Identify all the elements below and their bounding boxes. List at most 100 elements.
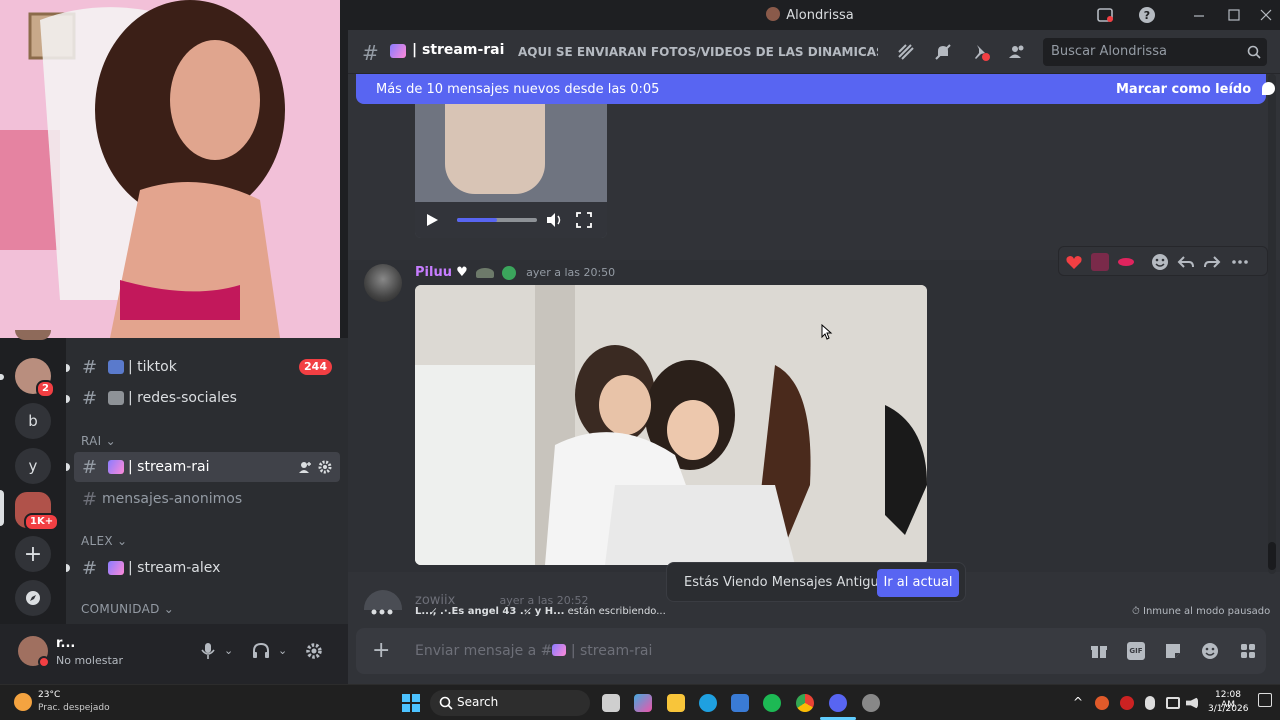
server-partial-icon[interactable] [15,330,51,340]
windows-start-icon[interactable] [401,693,421,713]
windows-taskbar: 23°C Prac. despejado Search ^ 12:08 AM 3… [0,684,1280,720]
category-label: ALEX [81,534,113,548]
next-message-avatar [364,590,402,610]
selected-server-pill [0,490,4,526]
user-name: r... [56,636,76,651]
svg-text:?: ? [1144,9,1150,22]
notifications-muted-icon[interactable] [933,42,953,62]
gif-icon[interactable]: GIF [1127,642,1145,660]
message-author-avatar[interactable] [364,264,402,302]
turtle-badge-icon [475,267,494,278]
lips-reaction-icon[interactable] [1117,255,1135,269]
unread-dot [66,364,70,372]
unread-dot [66,463,70,471]
message-author-name[interactable]: Piluu [415,265,452,280]
sticker-icon[interactable] [1164,642,1182,660]
old-messages-text: Estás Viendo Mensajes Antiguos [684,575,894,590]
tray-app-icon[interactable] [1095,696,1109,710]
weather-icon[interactable] [14,693,32,711]
spotify-icon[interactable] [763,694,781,712]
discord-icon[interactable] [829,694,847,712]
tray-app-icon-2[interactable] [1120,696,1134,710]
help-icon[interactable]: ? [1138,6,1156,24]
file-explorer-icon[interactable] [667,694,685,712]
channel-stream-rai[interactable]: # | stream-rai [74,452,340,482]
category-comunidad[interactable]: COMUNIDAD ⌄ [81,602,174,616]
attach-plus-icon[interactable]: + [372,640,390,662]
taskbar-search[interactable]: Search [430,690,590,716]
microphone-icon[interactable] [200,642,216,660]
pinned-messages-icon[interactable] [971,42,991,62]
video-controls [415,202,607,238]
channel-label: tiktok [137,359,177,375]
user-status: No molestar [56,654,124,667]
clock-date[interactable]: 3/1/2026 [1208,704,1248,714]
video-attachment[interactable] [415,104,607,238]
channel-mensajes-anonimos[interactable]: # mensajes-anonimos [74,484,340,514]
add-server-icon[interactable]: + [15,536,51,572]
volume-icon[interactable] [1186,697,1198,709]
user-settings-icon[interactable] [305,642,323,660]
minimize-icon[interactable] [1190,6,1208,24]
jump-to-present-button[interactable]: Ir al actual [877,569,959,597]
custom-emoji-reaction-icon[interactable] [1091,253,1109,271]
notification-center-icon[interactable] [1258,693,1272,707]
channel-stream-alex[interactable]: # | stream-alex [74,553,340,583]
headphones-icon[interactable] [252,642,270,660]
search-input[interactable]: Buscar Alondrissa [1043,38,1267,66]
user-panel: r... No molestar ⌄ ⌄ [0,624,348,684]
emoji-icon[interactable] [1201,642,1219,660]
mic-chevron-icon[interactable]: ⌄ [224,644,233,657]
invite-icon[interactable] [298,460,312,474]
volume-icon[interactable] [545,211,563,229]
scrollbar-thumb[interactable] [1268,542,1276,570]
mark-read-icon [1261,82,1275,95]
server-icon-b[interactable]: b [15,403,51,439]
chrome-icon[interactable] [796,694,814,712]
gift-icon[interactable] [1090,642,1108,660]
channel-topic[interactable]: AQUI SE ENVIARAN FOTOS/VIDEOS DE LAS DIN… [518,45,878,59]
edge-icon[interactable] [699,694,717,712]
category-rai[interactable]: RAI ⌄ [81,434,116,448]
video-thumbnail [445,104,545,194]
heart-reaction-icon[interactable] [1065,253,1083,271]
channel-tiktok[interactable]: # | tiktok 244 [74,352,340,382]
copilot-icon[interactable] [634,694,652,712]
category-alex[interactable]: ALEX ⌄ [81,534,127,548]
image-attachment[interactable] [415,285,927,565]
tray-mic-icon[interactable] [1145,696,1155,710]
channel-redes-sociales[interactable]: # | redes-sociales [74,383,340,413]
category-label: RAI [81,434,102,448]
reply-icon[interactable] [1177,253,1195,271]
play-icon[interactable] [425,213,439,227]
server-icon-y[interactable]: y [15,448,51,484]
add-reaction-icon[interactable] [1151,253,1169,271]
member-list-icon[interactable] [1007,42,1027,62]
inbox-icon[interactable] [1096,6,1114,24]
threads-icon[interactable] [896,42,916,62]
headphones-chevron-icon[interactable]: ⌄ [278,644,287,657]
apps-icon[interactable] [1239,642,1257,660]
more-options-icon[interactable] [1231,253,1249,271]
fullscreen-icon[interactable] [575,211,593,229]
heart-badge-icon: ♥ [456,265,468,280]
tray-display-icon[interactable] [1166,697,1180,709]
close-icon[interactable] [1257,6,1275,24]
message-input[interactable]: + Enviar mensaje a # | stream-rai GIF [356,628,1266,674]
placeholder-text: Enviar mensaje a # [415,643,553,659]
message-list[interactable]: Piluu ♥ ayer a las 20:50 zowiix ayer a l… [348,74,1280,624]
mark-as-read-button[interactable]: Marcar como leído [1116,82,1275,97]
task-view-icon[interactable] [602,694,620,712]
discover-icon[interactable] [15,580,51,616]
new-messages-bar[interactable]: Más de 10 mensajes nuevos desde las 0:05… [356,74,1275,104]
obs-icon[interactable] [862,694,880,712]
store-icon[interactable] [731,694,749,712]
forward-icon[interactable] [1203,253,1221,271]
tray-chevron-icon[interactable]: ^ [1073,695,1083,709]
channel-emoji-icon [108,460,124,474]
channel-name-text: stream-rai [422,42,505,58]
channel-settings-icon[interactable] [318,460,332,474]
maximize-icon[interactable] [1225,6,1243,24]
video-progress-bar[interactable] [457,218,537,222]
scrollbar-track[interactable] [1268,74,1276,574]
